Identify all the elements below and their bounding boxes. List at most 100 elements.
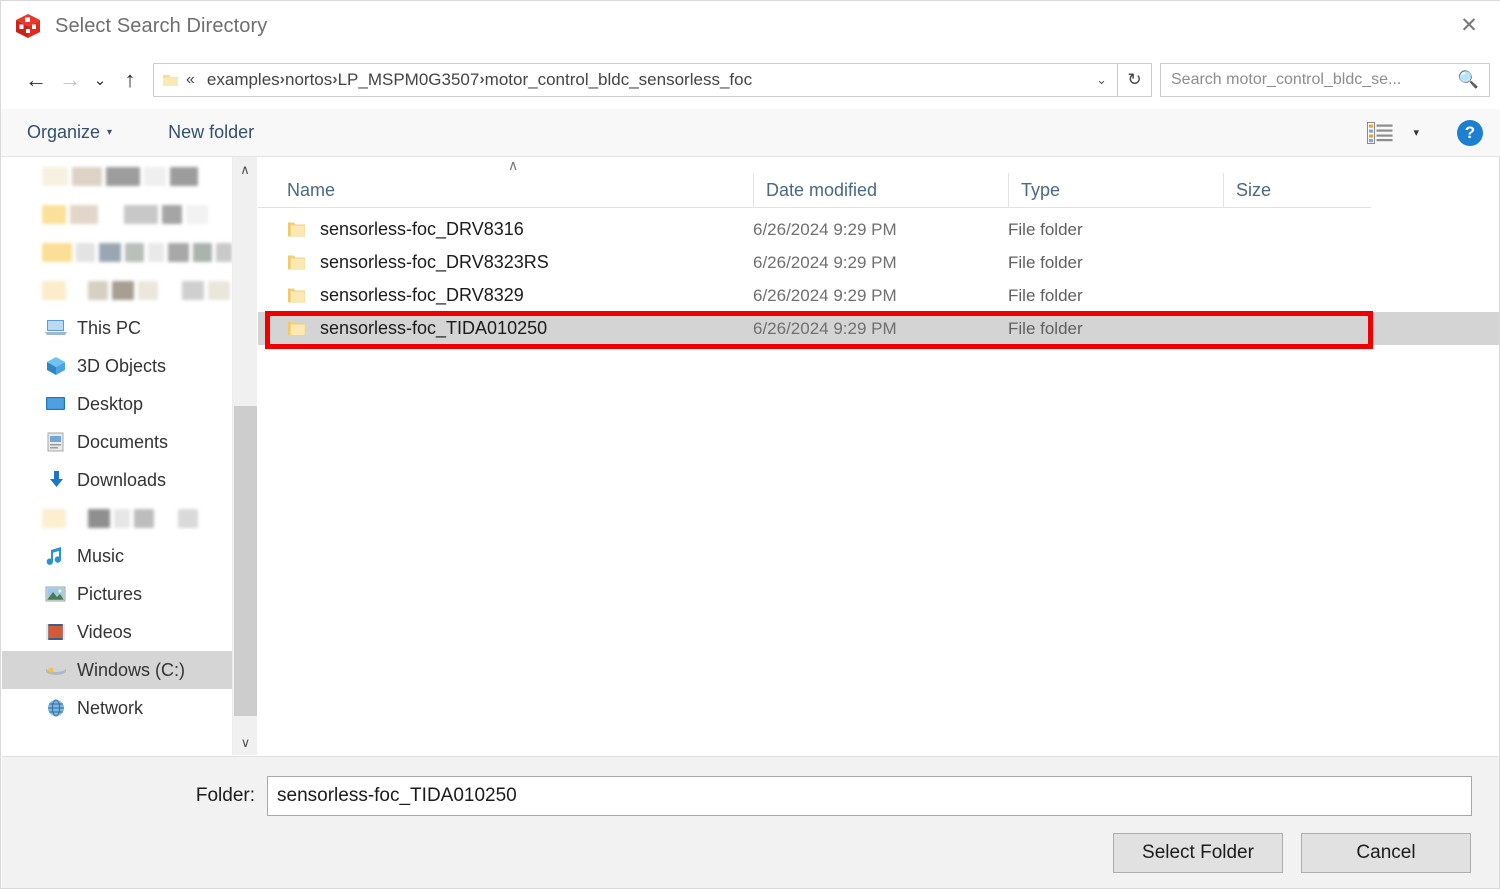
dialog-footer: Folder: Select Folder Cancel [2,756,1499,888]
breadcrumb-motor-control[interactable]: motor_control_bldc_sensorless_foc [485,70,752,90]
chevron-down-icon[interactable]: ▾ [1413,126,1419,139]
new-folder-button[interactable]: New folder [160,118,262,147]
cell-type: File folder [1008,285,1083,305]
sidebar-item-redacted[interactable] [2,233,232,271]
column-headers: Name Date modified Type Size [258,171,1499,207]
redaction-block [193,242,213,262]
column-header-name[interactable]: Name [258,173,753,207]
details-view-icon[interactable] [1367,121,1393,144]
table-row[interactable]: sensorless-foc_DRV8329 6/26/2024 9:29 PM F… [258,279,1499,312]
new-folder-label: New folder [168,122,255,142]
redaction-block [42,204,66,224]
sidebar-item-3d-objects[interactable]: 3D Objects [2,347,232,385]
cancel-button[interactable]: Cancel [1301,833,1471,873]
redaction-block [178,508,198,528]
sidebar-item-redacted[interactable] [2,271,232,309]
title-bar: Select Search Directory ✕ [1,1,1500,51]
music-note-icon [44,545,68,567]
navigation-bar: ← → ⌄ ↑ « examples › nortos › LP_MSPM0G3… [1,51,1500,109]
redaction-block [70,280,84,300]
redaction-block [88,280,108,300]
table-row[interactable]: sensorless-foc_DRV8323RS 6/26/2024 9:29 P… [258,246,1499,279]
sidebar-item-documents[interactable]: Documents [2,423,232,461]
chevron-down-icon[interactable]: ⌄ [1096,72,1107,88]
redaction-block [138,280,158,300]
redaction-block [114,508,130,528]
search-icon[interactable]: 🔍 [1458,70,1479,90]
select-folder-button[interactable]: Select Folder [1113,833,1283,873]
column-header-type[interactable]: Type [1008,173,1223,207]
sidebar-item-this-pc[interactable]: This PC [2,309,232,347]
cell-date-modified: 6/26/2024 9:29 PM [753,318,897,338]
up-button[interactable]: ↑ [113,63,147,97]
sidebar-scrollbar[interactable]: ∧ ∨ [232,157,257,755]
scroll-down-icon[interactable]: ∨ [233,730,258,755]
breadcrumb-lp-mspm0g3507[interactable]: LP_MSPM0G3507 [338,70,480,90]
sidebar-item-redacted[interactable] [2,499,232,537]
sidebar-item-redacted[interactable] [2,195,232,233]
folder-icon [287,320,306,337]
sidebar-item-desktop[interactable]: Desktop [2,385,232,423]
header-divider [258,207,1371,208]
back-button[interactable]: ← [19,63,53,97]
sidebar-item-music[interactable]: Music [2,537,232,575]
file-name: sensorless-foc_DRV8323RS [320,252,549,272]
search-input[interactable] [1171,71,1454,89]
organize-button[interactable]: Organize ▾ [19,118,120,147]
table-row[interactable]: sensorless-foc_TIDA010250 6/26/2024 9:29 … [258,312,1499,345]
search-box[interactable]: 🔍 [1160,63,1490,97]
folder-icon [287,254,306,271]
scroll-up-icon[interactable]: ∧ [233,157,257,182]
forward-button[interactable]: → [53,63,87,97]
cell-name: sensorless-foc_DRV8329 [258,285,753,306]
folder-label: Folder: [195,785,255,806]
desktop-icon [44,393,68,415]
sidebar-item-label: Documents [77,431,169,452]
redaction-block [158,508,174,528]
redaction-block [162,204,182,224]
redaction-block [144,166,166,186]
cell-name: sensorless-foc_DRV8323RS [258,252,753,273]
file-list-pane: ∧ Name Date modified Type Size sensorles… [258,157,1499,755]
sidebar-item-videos[interactable]: Videos [2,613,232,651]
address-overflow-chevrons[interactable]: « [186,71,195,89]
table-row[interactable]: sensorless-foc_DRV8316 6/26/2024 9:29 PM F… [258,213,1499,246]
folder-field-row: Folder: [2,775,1499,817]
redaction-block [42,166,68,186]
documents-icon [44,431,68,453]
breadcrumb-nortos[interactable]: nortos [285,70,332,90]
refresh-icon[interactable]: ↻ [1118,63,1152,97]
recent-locations-button[interactable]: ⌄ [87,63,113,97]
cell-type: File folder [1008,318,1083,338]
redaction-block [72,166,102,186]
column-header-date-modified[interactable]: Date modified [753,173,1008,207]
sidebar-item-redacted[interactable] [2,157,232,195]
command-bar: Organize ▾ New folder ▾ ? [1,109,1500,157]
redaction-block [42,242,73,262]
close-icon[interactable]: ✕ [1437,1,1500,49]
sidebar-item-label: This PC [77,317,142,338]
cell-type: File folder [1008,219,1083,239]
sidebar-item-pictures[interactable]: Pictures [2,575,232,613]
column-header-size[interactable]: Size [1223,173,1371,207]
breadcrumb-examples[interactable]: examples [207,70,280,90]
file-dialog: Select Search Directory ✕ ← → ⌄ ↑ « exam… [0,0,1500,889]
sidebar-item-label: Windows (C:) [77,659,186,680]
redaction-block [216,242,232,262]
sidebar-item-downloads[interactable]: Downloads [2,461,232,499]
scrollbar-thumb[interactable] [234,406,257,716]
redaction-block [167,242,190,262]
help-icon[interactable]: ? [1457,119,1483,146]
folder-input[interactable] [267,776,1472,816]
file-name: sensorless-foc_TIDA010250 [320,318,548,338]
sidebar-item-windows-c[interactable]: Windows (C:) [2,651,232,689]
redaction-block [102,204,120,224]
cube-3d-icon [44,355,68,377]
address-bar[interactable]: « examples › nortos › LP_MSPM0G3507 › mo… [153,63,1118,97]
window-title: Select Search Directory [55,14,268,37]
sidebar-item-network[interactable]: Network [2,689,232,727]
file-name: sensorless-foc_DRV8329 [320,285,524,305]
redaction-block [182,280,204,300]
redaction-block [112,280,134,300]
footer-buttons: Select Folder Cancel [1113,833,1471,873]
